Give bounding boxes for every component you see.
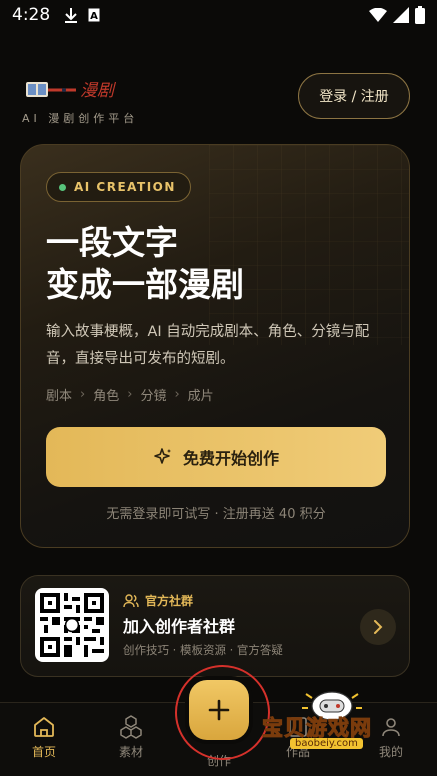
home-icon <box>34 717 54 737</box>
workflow-steps: 剧本 › 角色 › 分镜 › 成片 <box>46 385 214 404</box>
qr-code-graphic <box>40 593 104 657</box>
community-tag: 官方社群 <box>123 592 193 609</box>
cubes-icon <box>120 715 142 739</box>
login-register-button[interactable]: 登录 / 注册 <box>298 73 410 119</box>
status-system-icons <box>369 6 425 24</box>
nav-assets-label: 素材 <box>118 745 143 759</box>
svg-text:A: A <box>90 11 98 22</box>
logo-graphic: 漫剧 <box>26 81 117 101</box>
chevron-right-icon: › <box>80 387 86 402</box>
chevron-right-icon: › <box>127 387 133 402</box>
nav-home-label: 首页 <box>31 745 56 759</box>
badge-label: AI CREATION <box>74 180 176 194</box>
header: 漫剧 AI 漫剧创作平台 登录 / 注册 <box>0 60 437 138</box>
hero-title: 一段文字 变成一部漫剧 <box>46 222 244 306</box>
trial-note: 无需登录即可试写 · 注册再送 40 积分 <box>106 507 326 522</box>
step-storyboard: 分镜 <box>140 389 167 404</box>
step-final: 成片 <box>187 389 214 404</box>
sparkle-icon <box>154 448 171 464</box>
nav-home[interactable]: 首页 <box>14 715 74 760</box>
status-time: 4:28 <box>12 5 51 25</box>
qr-code <box>35 588 109 662</box>
community-open-button[interactable] <box>360 609 396 645</box>
community-tag-label: 官方社群 <box>145 594 194 608</box>
watermark-url: baobeiy.com <box>290 738 363 749</box>
users-icon <box>123 593 139 607</box>
download-icon <box>65 8 78 23</box>
wifi-icon <box>369 8 387 22</box>
status-dot-icon <box>59 183 66 191</box>
battery-icon <box>415 6 425 24</box>
chevron-right-icon <box>374 620 383 634</box>
community-card[interactable]: 官方社群 加入创作者社群 创作技巧 · 模板资源 · 官方答疑 <box>20 575 410 677</box>
app-screen: 4:28 A 漫剧 AI 漫剧创作平台 登录 / 注册 AI CREATION … <box>0 0 437 776</box>
hero-title-line2: 变成一部漫剧 <box>46 265 244 304</box>
hero-description: 输入故事梗概，AI 自动完成剧本、角色、分镜与配音，直接导出可发布的短剧。 <box>46 324 370 367</box>
start-creating-button[interactable]: 免费开始创作 <box>46 427 386 487</box>
nav-assets[interactable]: 素材 <box>101 715 161 760</box>
logo-text: 漫剧 <box>80 81 117 101</box>
community-subtitle: 创作技巧 · 模板资源 · 官方答疑 <box>123 643 283 657</box>
app-logo: 漫剧 <box>24 76 134 104</box>
chevron-right-icon: › <box>174 387 180 402</box>
font-a-icon: A <box>88 8 100 22</box>
community-title: 加入创作者社群 <box>123 617 236 636</box>
status-bar: 4:28 A <box>0 0 437 30</box>
step-character: 角色 <box>93 389 120 404</box>
status-notification-icons: A <box>64 7 100 23</box>
signal-icon <box>393 7 409 23</box>
app-subtitle: AI 漫剧创作平台 <box>22 112 139 125</box>
hero-card: AI CREATION 一段文字 变成一部漫剧 输入故事梗概，AI 自动完成剧本… <box>20 144 410 548</box>
ai-creation-badge: AI CREATION <box>46 172 191 202</box>
cta-label: 免费开始创作 <box>182 449 279 468</box>
step-script: 剧本 <box>46 389 73 404</box>
hero-title-line1: 一段文字 <box>46 223 178 262</box>
